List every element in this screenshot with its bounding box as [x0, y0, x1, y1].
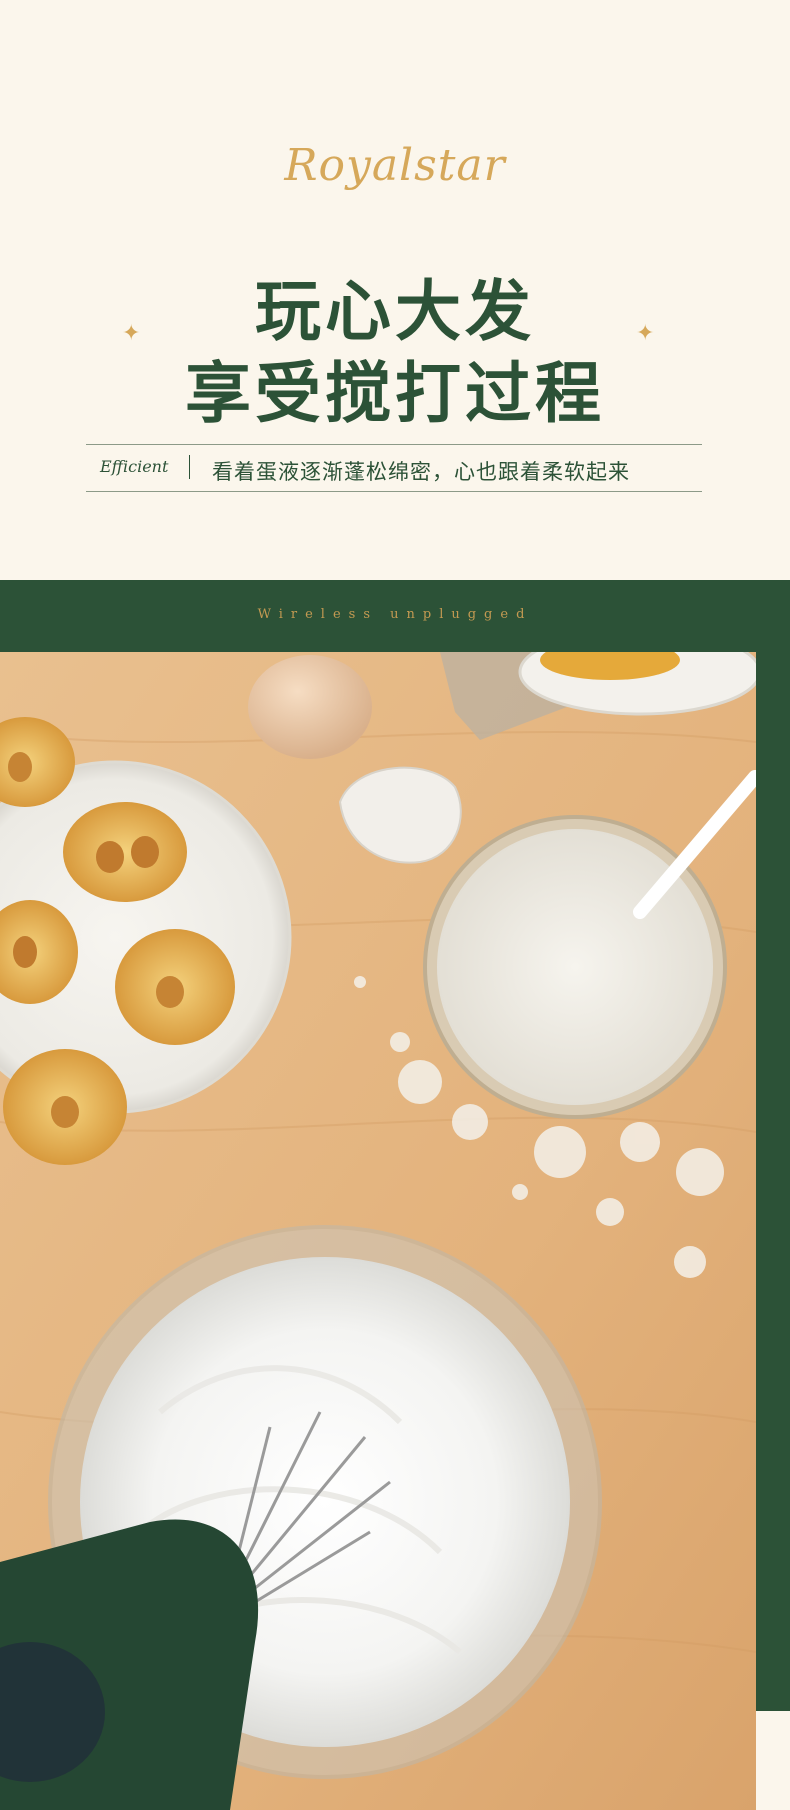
sparkle-right-icon: ✦ — [636, 321, 655, 346]
edge-strip — [756, 1711, 790, 1810]
tagline-label: Efficient — [100, 457, 169, 476]
tagline-text: 看着蛋液逐渐蓬松绵密，心也跟着柔软起来 — [212, 460, 630, 484]
hero-section: Royalstar 玩心大发 享受搅打过程 ✦ ✦ Efficient 看着蛋液… — [0, 0, 790, 580]
brand-logo: Royalstar — [284, 140, 506, 191]
tagline-bar: Efficient 看着蛋液逐渐蓬松绵密，心也跟着柔软起来 — [86, 444, 702, 492]
sparkle-left-icon: ✦ — [122, 321, 141, 346]
headline-line-2: 享受搅打过程 — [185, 355, 605, 432]
section-subheading: Wireless unplugged — [257, 607, 533, 622]
tagline-divider — [189, 455, 190, 479]
product-photo — [0, 652, 756, 1810]
